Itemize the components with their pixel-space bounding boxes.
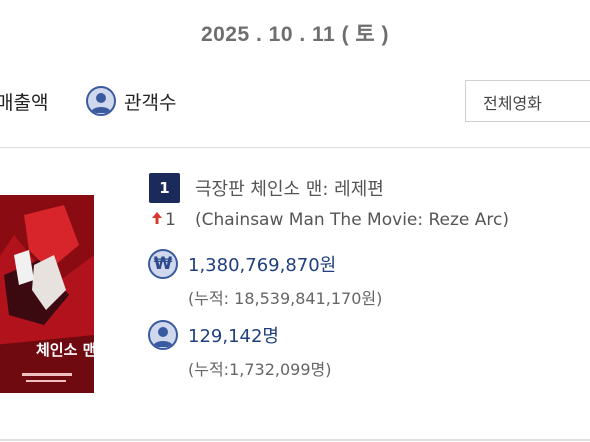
- tab-sales[interactable]: 매출액: [0, 88, 48, 115]
- cumulative-audience: (누적:1,732,099명): [188, 360, 332, 379]
- divider: [0, 147, 590, 148]
- tab-audience[interactable]: 관객수: [86, 85, 176, 117]
- rank-change-value: 1: [165, 210, 176, 230]
- divider: [0, 439, 590, 441]
- user-icon: [148, 320, 178, 350]
- movie-poster[interactable]: 체인소 맨: [0, 195, 94, 393]
- poster-title-text: 체인소 맨: [36, 341, 94, 359]
- movie-filter-select[interactable]: 전체영화: [465, 80, 590, 122]
- movie-title-english: (Chainsaw Man The Movie: Reze Arc): [195, 210, 510, 230]
- daily-audience: 129,142명: [188, 326, 279, 347]
- date-header: 2025 . 10 . 11 ( 토 ): [200, 23, 390, 46]
- movie-title-korean[interactable]: 극장판 체인소 맨: 레제편: [195, 175, 384, 201]
- user-icon: [86, 86, 116, 116]
- rank-change: 1: [152, 210, 176, 230]
- tab-audience-label: 관객수: [124, 91, 177, 114]
- rank-badge: 1: [149, 173, 180, 203]
- cumulative-sales: (누적: 18,539,841,170원): [188, 289, 383, 308]
- up-arrow-icon: [152, 212, 162, 228]
- daily-sales: 1,380,769,870원: [188, 255, 337, 276]
- won-icon: ₩: [148, 249, 178, 279]
